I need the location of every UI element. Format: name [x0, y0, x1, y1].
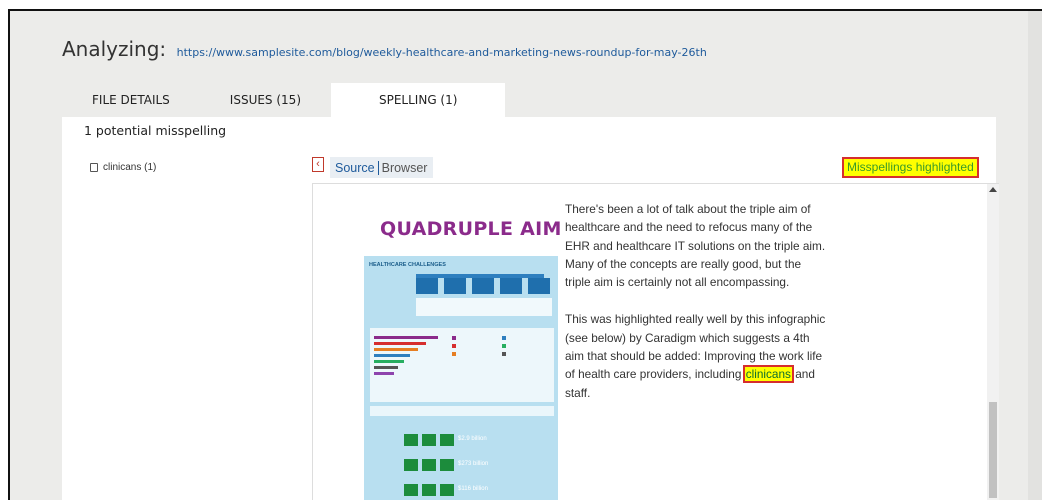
misspelled-word-item[interactable]: clinicans (1) — [90, 162, 156, 173]
chevron-left-icon: ‹ — [316, 158, 320, 170]
misspellings-highlighted-badge: Misspellings highlighted — [842, 157, 979, 178]
misspelling-count: 1 potential misspelling — [84, 123, 227, 138]
article-text: There's been a lot of talk about the tri… — [565, 200, 827, 421]
infographic-title: QUADRUPLE AIM — [380, 218, 562, 240]
app-window: Analyzing: https://www.samplesite.com/bl… — [8, 9, 1042, 500]
article-paragraph: There's been a lot of talk about the tri… — [565, 202, 826, 290]
infographic-amount: $116 billion — [458, 486, 488, 492]
tab-source[interactable]: Source — [335, 160, 379, 175]
main-tabs: FILE DETAILS ISSUES (15) SPELLING (1) — [62, 83, 506, 117]
spelling-panel: 1 potential misspelling clinicans (1) ‹ … — [62, 117, 999, 500]
misspelled-word-highlight[interactable]: clinicans — [742, 365, 794, 384]
misspelled-word-label: clinicans (1) — [103, 162, 157, 173]
preview-scrollbar[interactable] — [987, 184, 999, 500]
analyzing-header: Analyzing: https://www.samplesite.com/bl… — [62, 37, 707, 61]
article-paragraph: This was highlighted really well by this… — [565, 310, 827, 401]
tab-browser[interactable]: Browser — [382, 161, 428, 175]
infographic-amount: $273 billion — [458, 461, 489, 467]
scrollbar-thumb[interactable] — [989, 402, 997, 498]
page-scroll-strip[interactable] — [1028, 11, 1042, 500]
analyzing-label: Analyzing: — [62, 37, 167, 61]
document-icon — [90, 163, 98, 172]
analyzed-url: https://www.samplesite.com/blog/weekly-h… — [176, 46, 707, 59]
page-preview: QUADRUPLE AIM HEALTHCARE CHALLENGES $2.9… — [312, 183, 999, 500]
tab-issues[interactable]: ISSUES (15) — [200, 83, 331, 117]
view-tabs: Source Browser — [330, 157, 434, 178]
tab-file-details[interactable]: FILE DETAILS — [62, 83, 200, 117]
infographic-image: HEALTHCARE CHALLENGES $2.9 billion $273 … — [364, 256, 558, 500]
tab-spelling[interactable]: SPELLING (1) — [331, 83, 506, 117]
scroll-up-arrow-icon[interactable] — [989, 187, 997, 192]
collapse-button[interactable]: ‹ — [312, 157, 324, 172]
infographic-amount: $2.9 billion — [458, 436, 487, 442]
